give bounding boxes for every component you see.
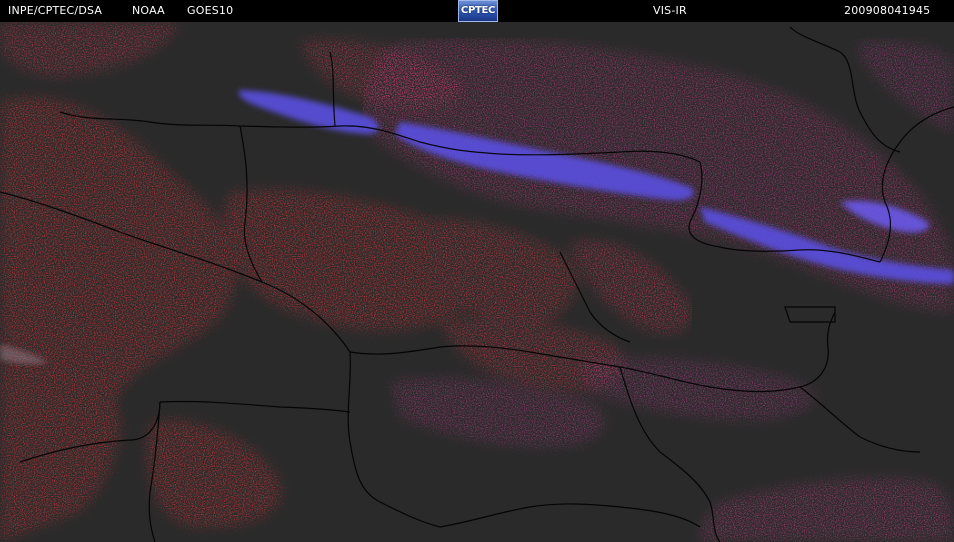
agency-label: NOAA bbox=[132, 4, 165, 17]
satellite-label: GOES10 bbox=[187, 4, 234, 17]
timestamp-label: 200908041945 bbox=[844, 4, 931, 17]
source-label: INPE/CPTEC/DSA bbox=[8, 4, 103, 17]
satellite-image bbox=[0, 22, 954, 542]
image-header: INPE/CPTEC/DSA NOAA GOES10 CPTEC VIS-IR … bbox=[0, 0, 954, 22]
channel-label: VIS-IR bbox=[653, 4, 687, 17]
logo-text: CPTEC bbox=[460, 5, 496, 16]
cptec-logo: CPTEC bbox=[458, 0, 498, 22]
